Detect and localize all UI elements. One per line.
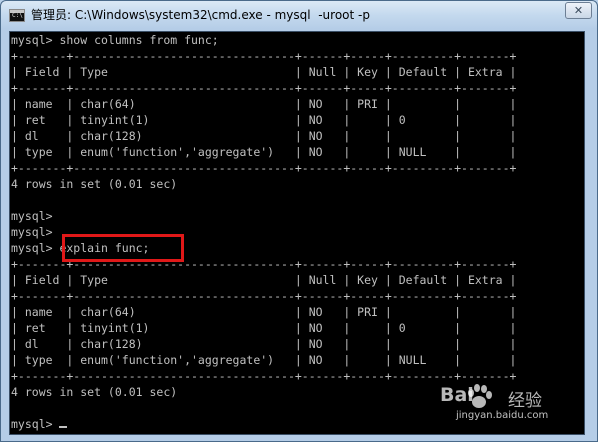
console-line: | type | enum('function','aggregate') | … [11, 353, 517, 367]
console-output: mysql> show columns from func; +-------+-… [11, 32, 516, 432]
console-line: | ret | tinyint(1) | NO | | 0 | | [11, 113, 517, 127]
console-line: | Field | Type | Null | Key | Default | … [11, 65, 517, 79]
paw-icon [468, 384, 492, 408]
console-line: | type | enum('function','aggregate') | … [11, 145, 517, 159]
baidu-watermark: Bai 经验 jingyan.baidu.com [440, 382, 572, 426]
cmd-app-icon[interactable]: C:\ [9, 9, 25, 22]
cmd-app-icon-label: C:\ [12, 12, 23, 19]
watermark-suffix: 经验 [508, 391, 542, 411]
console-area[interactable]: mysql> show columns from func; +-------+-… [9, 31, 585, 435]
close-icon: ✕ [573, 4, 584, 17]
title-bar[interactable]: C:\ 管理员: C:\Windows\system32\cmd.exe - m… [1, 1, 597, 31]
console-line: | ret | tinyint(1) | NO | | 0 | | [11, 321, 517, 335]
console-line: | name | char(64) | NO | PRI | | | [11, 97, 517, 111]
cmd-window: C:\ 管理员: C:\Windows\system32\cmd.exe - m… [0, 0, 598, 442]
console-line: +-------+-------------------------------… [11, 49, 517, 63]
console-line: | Field | Type | Null | Key | Default | … [11, 273, 517, 287]
highlight-box-explain-command [62, 234, 184, 262]
console-line: +-------+-------------------------------… [11, 289, 517, 303]
watermark-url: jingyan.baidu.com [456, 410, 549, 421]
window-title: 管理员: C:\Windows\system32\cmd.exe - mysql… [31, 8, 370, 22]
console-line: | dl | char(128) | NO | | | | [11, 337, 517, 351]
text-cursor [59, 426, 68, 428]
console-line: +-------+-------------------------------… [11, 161, 517, 175]
console-line: 4 rows in set (0.01 sec) [11, 177, 178, 191]
console-line: | dl | char(128) | NO | | | | [11, 129, 517, 143]
console-line: | name | char(64) | NO | PRI | | | [11, 305, 517, 319]
close-button[interactable]: ✕ [565, 2, 592, 19]
console-line: mysql> [11, 209, 53, 223]
console-line: mysql> show columns from func; [11, 33, 219, 47]
console-line: +-------+-------------------------------… [11, 81, 517, 95]
